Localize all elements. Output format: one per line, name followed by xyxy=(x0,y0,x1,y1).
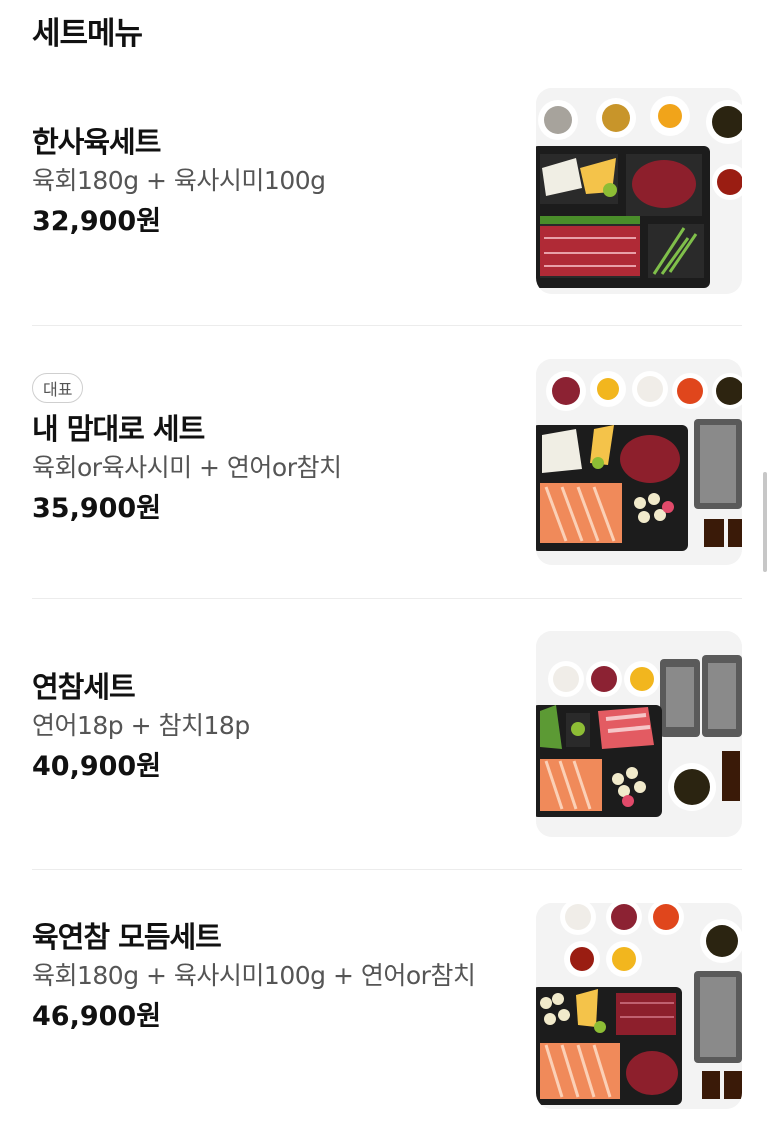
divider xyxy=(32,325,742,326)
menu-item-name: 내 맘대로 세트 xyxy=(32,412,205,446)
divider xyxy=(32,869,742,870)
menu-item-price: 32,900원 xyxy=(32,206,162,237)
menu-item-photo[interactable] xyxy=(536,359,742,565)
scrollbar-thumb[interactable] xyxy=(763,472,767,572)
menu-item-description: 육회or육사시미 + 연어or참치 xyxy=(32,453,342,482)
menu-item-price: 40,900원 xyxy=(32,751,162,782)
menu-item-description: 육회180g + 육사시미100g xyxy=(32,166,326,195)
menu-item-price: 35,900원 xyxy=(32,493,162,524)
menu-item-price: 46,900원 xyxy=(32,1001,162,1032)
menu-item-name: 연참세트 xyxy=(32,670,136,704)
menu-item-name: 한사육세트 xyxy=(32,125,161,159)
menu-item-photo[interactable] xyxy=(536,903,742,1109)
signature-badge: 대표 xyxy=(32,373,84,403)
menu-item-hansayuk-set[interactable]: 한사육세트 육회180g + 육사시미100g 32,900원 xyxy=(32,88,742,294)
menu-item-photo[interactable] xyxy=(536,88,742,294)
menu-item-name: 육연참 모듬세트 xyxy=(32,920,222,954)
menu-item-my-way-set[interactable]: 대표 내 맘대로 세트 육회or육사시미 + 연어or참치 35,900원 xyxy=(32,359,742,565)
divider xyxy=(32,598,742,599)
menu-item-yukyeoncham-combo-set[interactable]: 육연참 모듬세트 육회180g + 육사시미100g + 연어or참치 46,9… xyxy=(32,903,742,1109)
section-title: 세트메뉴 xyxy=(32,16,143,52)
menu-item-photo[interactable] xyxy=(536,631,742,837)
menu-item-description: 연어18p + 참치18p xyxy=(32,711,250,740)
menu-item-yeoncham-set[interactable]: 연참세트 연어18p + 참치18p 40,900원 xyxy=(32,631,742,837)
menu-item-description: 육회180g + 육사시미100g + 연어or참치 xyxy=(32,961,476,990)
